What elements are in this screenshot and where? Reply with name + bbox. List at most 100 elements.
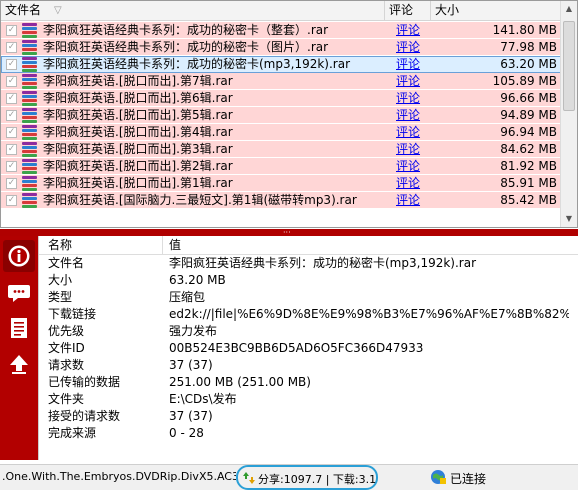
file-size: 141.80 MB — [492, 23, 557, 37]
file-row[interactable]: ✓ 李阳疯狂英语.[脱口而出].第4辑.rar 评论 96.94 MB — [1, 124, 561, 141]
comment-link[interactable]: 评论 — [396, 158, 420, 174]
comment-icon — [8, 285, 30, 302]
row-checkbox[interactable]: ✓ — [6, 59, 17, 70]
info-icon — [8, 245, 30, 267]
property-row[interactable]: 接受的请求数 37 (37) — [39, 408, 578, 425]
property-row[interactable]: 文件名 李阳疯狂英语经典卡系列：成功的秘密卡(mp3,192k).rar — [39, 255, 578, 272]
row-checkbox[interactable]: ✓ — [6, 127, 17, 138]
file-row[interactable]: ✓ 李阳疯狂英语.[脱口而出].第7辑.rar 评论 105.89 MB — [1, 73, 561, 90]
scrollbar-thumb[interactable] — [563, 21, 575, 111]
property-value: 0 - 28 — [169, 426, 204, 440]
column-header-size[interactable]: 大小 — [431, 1, 561, 21]
info-tab-button[interactable] — [3, 240, 35, 272]
file-row[interactable]: ✓ 李阳疯狂英语.[脱口而出].第5辑.rar 评论 94.89 MB — [1, 107, 561, 124]
row-checkbox[interactable]: ✓ — [6, 76, 17, 87]
comment-link[interactable]: 评论 — [396, 141, 420, 157]
property-row[interactable]: 下载链接 ed2k://|file|%E6%9D%8E%E9%98%B3%E7%9… — [39, 306, 578, 323]
properties-rows: 文件名 李阳疯狂英语经典卡系列：成功的秘密卡(mp3,192k).rar 大小 63.… — [39, 255, 578, 442]
rar-archive-icon — [22, 40, 37, 55]
row-checkbox[interactable]: ✓ — [6, 93, 17, 104]
property-row[interactable]: 请求数 37 (37) — [39, 357, 578, 374]
transfer-arrows-icon — [242, 471, 256, 488]
property-value: 251.00 MB (251.00 MB) — [169, 375, 311, 389]
scroll-up-icon[interactable]: ▲ — [561, 1, 577, 17]
header-divider — [162, 236, 163, 255]
property-value: E:\CDs\发布 — [169, 392, 237, 406]
rar-archive-icon — [22, 108, 37, 123]
status-share-download[interactable]: 分享:1097.7 | 下载:3.1 — [236, 465, 378, 490]
property-row[interactable]: 类型 压缩包 — [39, 289, 578, 306]
file-name: 李阳疯狂英语.[脱口而出].第1辑.rar — [43, 176, 233, 190]
row-checkbox[interactable]: ✓ — [6, 195, 17, 206]
file-size: 105.89 MB — [492, 74, 557, 88]
document-tab-button[interactable] — [3, 312, 35, 344]
property-row[interactable]: 优先级 强力发布 — [39, 323, 578, 340]
upload-icon — [10, 355, 28, 374]
property-value: 37 (37) — [169, 358, 213, 372]
rar-archive-icon — [22, 23, 37, 38]
row-checkbox[interactable]: ✓ — [6, 25, 17, 36]
property-row[interactable]: 已传输的数据 251.00 MB (251.00 MB) — [39, 374, 578, 391]
comment-link[interactable]: 评论 — [396, 56, 420, 72]
rar-archive-icon — [22, 125, 37, 140]
file-row[interactable]: ✓ 李阳疯狂英语.[脱口而出].第3辑.rar 评论 84.62 MB — [1, 141, 561, 158]
file-name: 李阳疯狂英语.[脱口而出].第4辑.rar — [43, 125, 233, 139]
property-key: 大小 — [48, 273, 73, 287]
property-row[interactable]: 大小 63.20 MB — [39, 272, 578, 289]
row-checkbox[interactable]: ✓ — [6, 110, 17, 121]
file-size: 96.94 MB — [500, 125, 557, 139]
comments-tab-button[interactable] — [3, 276, 35, 308]
status-current-file: .One.With.The.Embryos.DVDRip.DivX5.AC3-J… — [2, 470, 236, 483]
row-checkbox[interactable]: ✓ — [6, 178, 17, 189]
comment-link[interactable]: 评论 — [396, 124, 420, 140]
scroll-down-icon[interactable]: ▼ — [561, 211, 577, 227]
splitter-grip-icon: ··· — [283, 228, 291, 237]
file-name: 李阳疯狂英语.[脱口而出].第2辑.rar — [43, 159, 233, 173]
status-connection[interactable]: 已连接 — [430, 468, 570, 487]
comment-link[interactable]: 评论 — [396, 192, 420, 208]
file-list-scrollbar[interactable]: ▲ ▼ — [560, 1, 577, 227]
property-row[interactable]: 文件夹 E:\CDs\发布 — [39, 391, 578, 408]
file-name: 李阳疯狂英语.[国际脑力.三最短文].第1辑(磁带转mp3).rar — [43, 193, 357, 207]
file-name: 李阳疯狂英语经典卡系列：成功的秘密卡(mp3,192k).rar — [43, 57, 351, 71]
comment-link[interactable]: 评论 — [396, 90, 420, 106]
file-list[interactable]: 文件名 ▽ 评论 大小 ✓ 李阳疯狂英语经典卡系列：成功的秘密卡（整套）.rar 评… — [0, 0, 578, 228]
column-header-name-label: 文件名 — [5, 3, 42, 17]
property-key: 完成来源 — [48, 426, 97, 440]
file-row[interactable]: ✓ 李阳疯狂英语.[国际脑力.三最短文].第1辑(磁带转mp3).rar 评论 85.… — [1, 192, 561, 209]
file-row[interactable]: ✓ 李阳疯狂英语经典卡系列：成功的秘密卡（整套）.rar 评论 141.80 MB — [1, 22, 561, 39]
file-row[interactable]: ✓ 李阳疯狂英语.[脱口而出].第1辑.rar 评论 85.91 MB — [1, 175, 561, 192]
row-checkbox[interactable]: ✓ — [6, 42, 17, 53]
property-key: 文件夹 — [48, 392, 85, 406]
property-value: 李阳疯狂英语经典卡系列：成功的秘密卡(mp3,192k).rar — [169, 256, 477, 270]
property-key: 文件名 — [48, 256, 85, 270]
rar-archive-icon — [22, 142, 37, 157]
property-key: 已传输的数据 — [48, 375, 121, 389]
file-row[interactable]: ✓ 李阳疯狂英语.[脱口而出].第2辑.rar 评论 81.92 MB — [1, 158, 561, 175]
file-size: 63.20 MB — [500, 57, 557, 71]
comment-link[interactable]: 评论 — [396, 175, 420, 191]
comment-link[interactable]: 评论 — [396, 39, 420, 55]
property-row[interactable]: 完成来源 0 - 28 — [39, 425, 578, 442]
comment-link[interactable]: 评论 — [396, 73, 420, 89]
upload-tab-button[interactable] — [3, 348, 35, 380]
file-size: 85.91 MB — [500, 176, 557, 190]
file-name: 李阳疯狂英语.[脱口而出].第6辑.rar — [43, 91, 233, 105]
file-row[interactable]: ✓ 李阳疯狂英语.[脱口而出].第6辑.rar 评论 96.66 MB — [1, 90, 561, 107]
comment-link[interactable]: 评论 — [396, 107, 420, 123]
rar-archive-icon — [22, 74, 37, 89]
column-header-name[interactable]: 文件名 ▽ — [1, 1, 385, 21]
row-checkbox[interactable]: ✓ — [6, 144, 17, 155]
column-header-comment[interactable]: 评论 — [385, 1, 431, 21]
file-row[interactable]: ✓ 李阳疯狂英语经典卡系列：成功的秘密卡(mp3,192k).rar 评论 63.20… — [1, 56, 561, 73]
property-row[interactable]: 文件ID 00B524E3BC9BB6D5AD6O5FC366D47933 — [39, 340, 578, 357]
sort-arrow-icon: ▽ — [54, 5, 62, 16]
rar-archive-icon — [22, 193, 37, 208]
file-size: 77.98 MB — [500, 40, 557, 54]
pane-splitter[interactable]: ··· — [0, 228, 578, 237]
file-row[interactable]: ✓ 李阳疯狂英语经典卡系列：成功的秘密卡（图片）.rar 评论 77.98 MB — [1, 39, 561, 56]
comment-link[interactable]: 评论 — [396, 22, 420, 38]
property-key: 请求数 — [48, 358, 85, 372]
share-download-label: 分享:1097.7 | 下载:3.1 — [258, 473, 377, 486]
row-checkbox[interactable]: ✓ — [6, 161, 17, 172]
